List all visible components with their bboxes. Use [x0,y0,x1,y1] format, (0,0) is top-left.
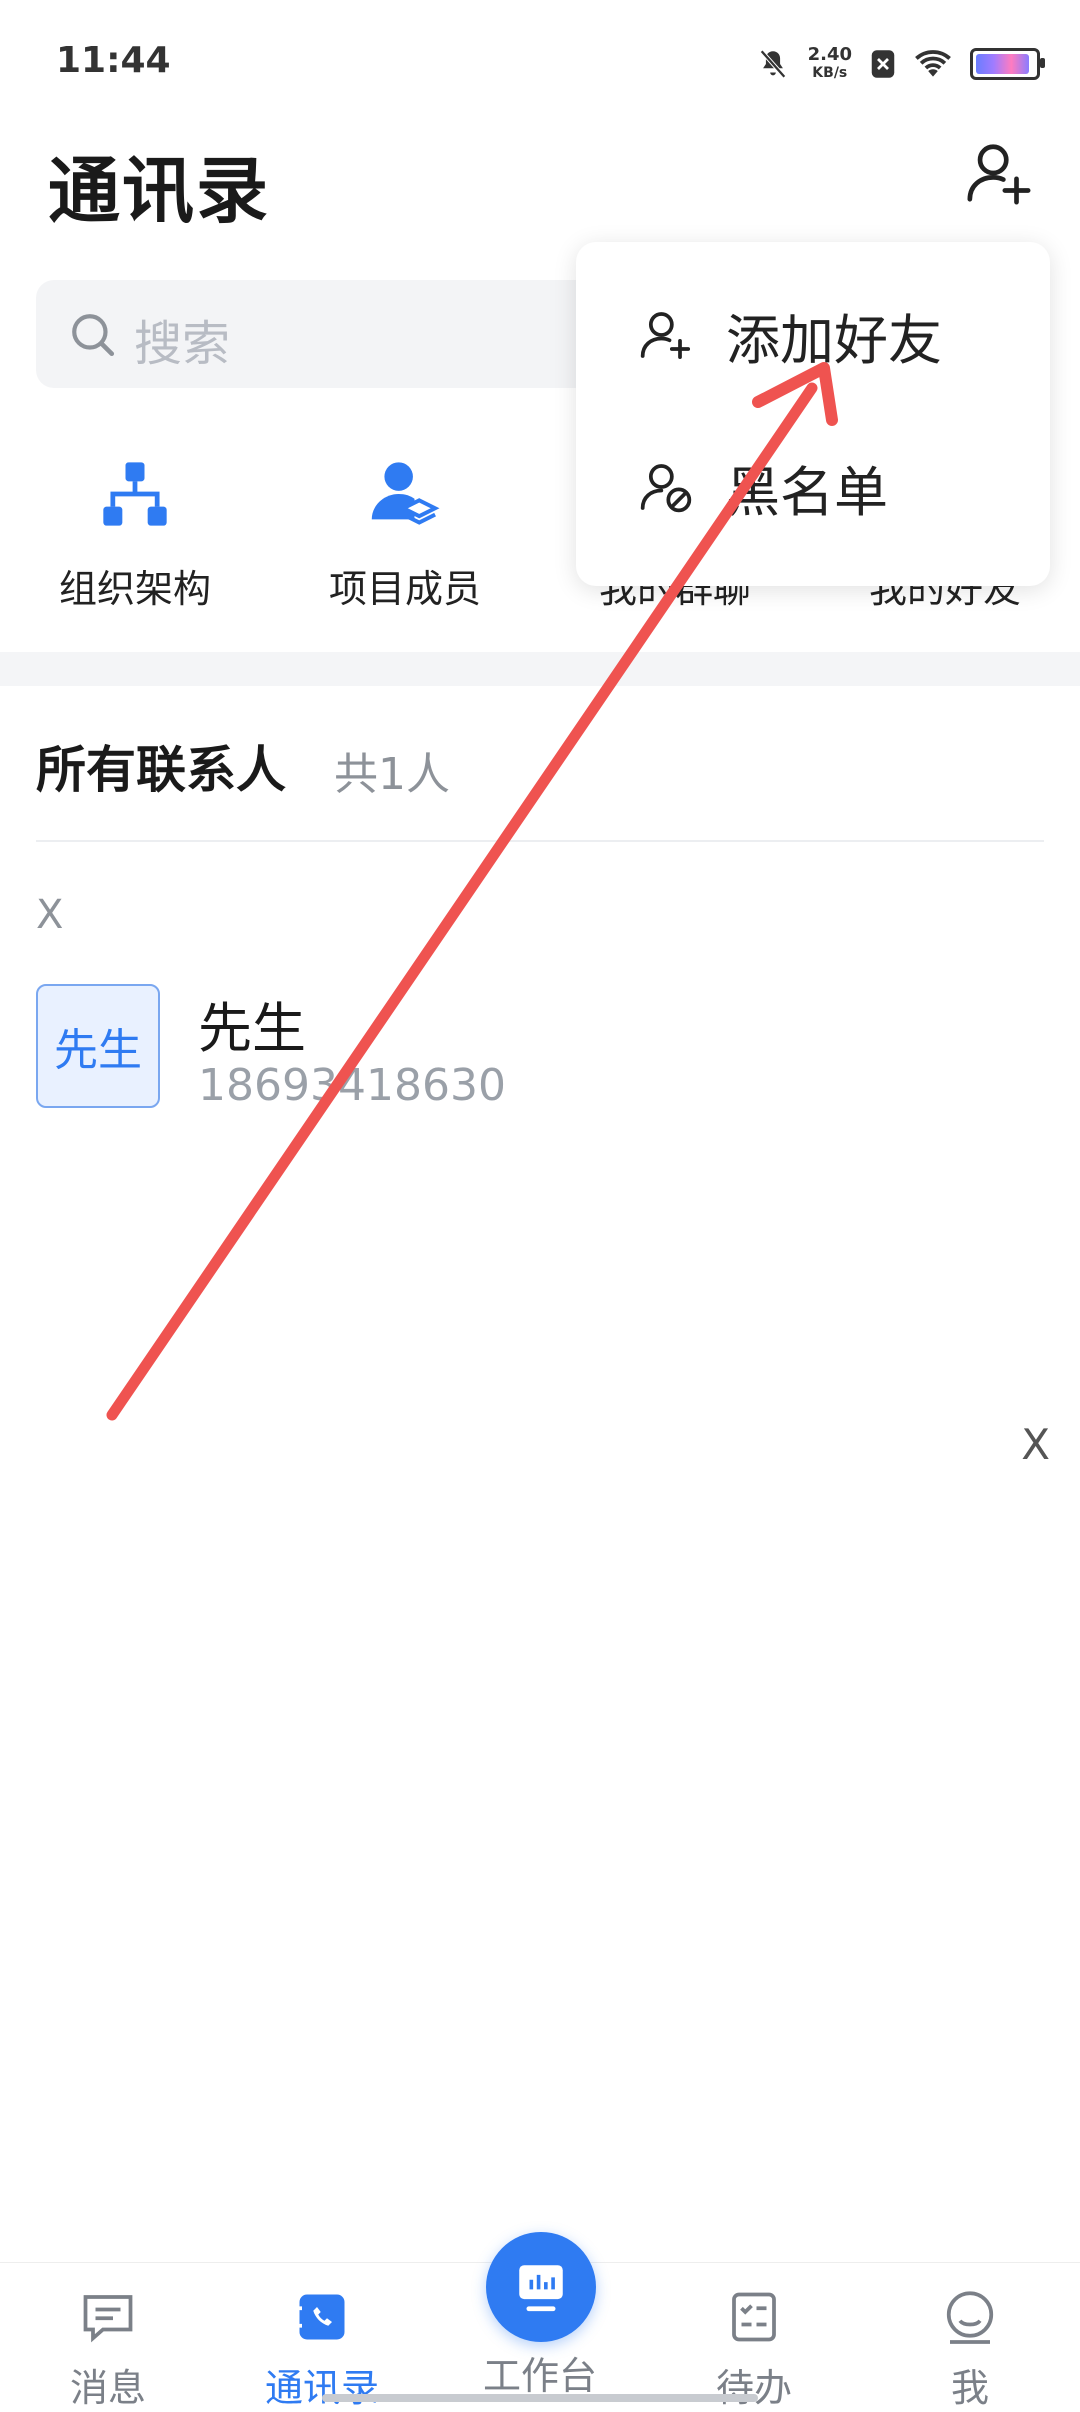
org-chart-icon [103,462,167,526]
add-menu: 添加好友 黑名单 [576,242,1050,586]
workbench-button[interactable] [486,2232,596,2342]
project-members-icon [371,462,440,525]
contact-name[interactable]: 先生 [198,984,306,1063]
blacklist-icon [640,464,692,513]
tab-label: 消息 [69,2366,146,2410]
tab-label: 我 [950,2366,989,2410]
net-speed: 2.40 KB/s [808,46,852,82]
search-placeholder: 搜索 [134,316,231,372]
tab-label: 待办 [715,2366,792,2410]
tab-label: 工作台 [482,2354,597,2398]
message-icon [83,2295,133,2343]
shortcut-project-members[interactable]: 项目成员 [270,456,540,611]
wifi-icon [915,50,951,77]
shortcut-org-structure[interactable]: 组织架构 [0,456,270,611]
avatar[interactable]: 先生 [36,984,160,1108]
battery-icon [970,48,1045,80]
net-speed-unit: KB/s [812,65,848,81]
status-time: 11:44 [56,40,171,81]
net-speed-value: 2.40 [807,44,852,65]
todo-icon [732,2292,776,2342]
divider [36,840,1044,842]
mute-bell-icon [759,49,786,79]
shortcut-label: 项目成员 [328,567,481,611]
tab-messages[interactable]: 消息 [8,2287,208,2412]
search-icon [72,314,115,357]
section-divider [0,652,1080,686]
contacts-icon [297,2294,345,2340]
add-friend-icon [640,312,691,360]
workbench-icon [519,2265,563,2312]
index-letter: X [36,892,64,938]
menu-item-blacklist[interactable]: 黑名单 [576,412,1050,562]
contact-count: 共1人 [334,749,450,800]
page-title: 通讯录 [48,149,271,233]
contact-phone: 18693418630 [198,1060,506,1111]
profile-icon [946,2291,994,2344]
side-index-letter[interactable]: X [1021,1420,1050,1469]
menu-item-label: 黑名单 [726,460,888,524]
add-contact-icon[interactable] [964,138,1034,208]
home-indicator[interactable] [322,2394,758,2402]
shortcut-label: 组织架构 [58,567,211,611]
tab-label: 通讯录 [264,2366,379,2410]
no-sim-icon [871,50,895,78]
status-icons: 2.40 KB/s [756,40,1045,88]
tab-profile[interactable]: 我 [870,2287,1070,2412]
section-title: 所有联系人 [36,741,286,799]
menu-item-label: 添加好友 [726,308,942,372]
menu-item-add-friend[interactable]: 添加好友 [576,260,1050,410]
tab-workbench[interactable]: 工作台 [440,2339,640,2400]
